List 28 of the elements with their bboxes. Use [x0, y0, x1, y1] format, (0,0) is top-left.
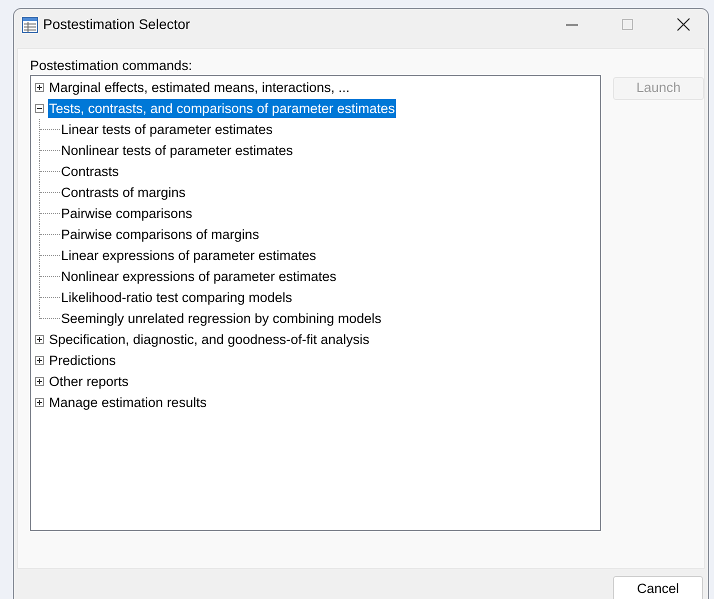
- tree-view[interactable]: [30, 75, 601, 531]
- tree-item[interactable]: Predictions: [48, 351, 117, 370]
- tree-item[interactable]: Likelihood-ratio test comparing models: [60, 288, 294, 307]
- tree-item[interactable]: Nonlinear tests of parameter estimates: [60, 141, 294, 160]
- expand-icon[interactable]: [35, 356, 44, 365]
- window-title: Postestimation Selector: [43, 15, 190, 34]
- close-icon[interactable]: [677, 18, 690, 31]
- tree-item[interactable]: Tests, contrasts, and comparisons of parameter estimates: [48, 99, 396, 118]
- expand-icon[interactable]: [35, 83, 44, 92]
- tree-item[interactable]: Linear expressions of parameter estimates: [60, 246, 318, 265]
- tree-item[interactable]: Nonlinear expressions of parameter estimates: [60, 267, 338, 286]
- tree-item[interactable]: Other reports: [48, 372, 130, 391]
- tree-item[interactable]: Contrasts of margins: [60, 183, 187, 202]
- expand-icon[interactable]: [35, 335, 44, 344]
- tree-item[interactable]: Linear tests of parameter estimates: [60, 120, 274, 139]
- tree-item[interactable]: Manage estimation results: [48, 393, 208, 412]
- expand-icon[interactable]: [35, 398, 44, 407]
- tree-item[interactable]: Specification, diagnostic, and goodness-of-fit analysis: [48, 330, 370, 349]
- tree-item[interactable]: Contrasts: [60, 162, 120, 181]
- collapse-icon[interactable]: [35, 104, 44, 113]
- cancel-button[interactable]: Cancel: [613, 576, 703, 599]
- table-icon: [22, 16, 38, 32]
- tree-item[interactable]: Marginal effects, estimated means, interactions, ...: [48, 78, 351, 97]
- tree-item[interactable]: Pairwise comparisons: [60, 204, 194, 223]
- tree-item[interactable]: Seemingly unrelated regression by combining models: [60, 309, 382, 328]
- commands-label: Postestimation commands:: [30, 57, 194, 74]
- tree-item[interactable]: Pairwise comparisons of margins: [60, 225, 260, 244]
- expand-icon[interactable]: [35, 377, 44, 386]
